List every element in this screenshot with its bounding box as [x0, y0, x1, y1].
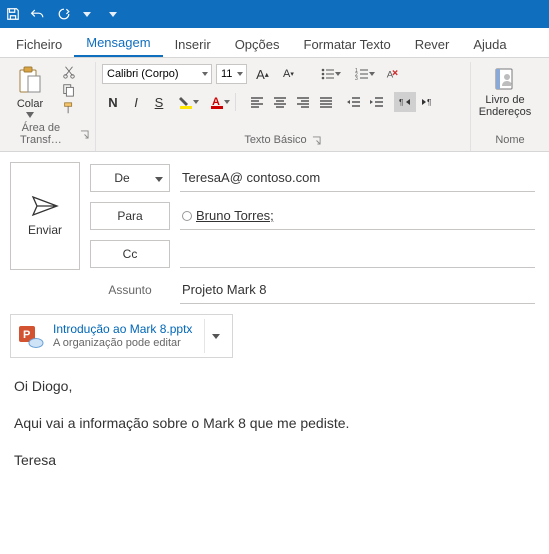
from-label: De	[114, 171, 129, 185]
address-book-label-2: Endereços	[479, 106, 532, 118]
to-label: Para	[117, 209, 142, 223]
ribbon: Colar Área de Transf…	[0, 58, 549, 152]
tab-opcoes[interactable]: Opções	[223, 31, 292, 57]
align-right-icon[interactable]	[292, 92, 314, 112]
attachment-subtitle: A organização pode editar	[53, 337, 192, 350]
increase-indent-icon[interactable]	[366, 92, 388, 112]
chevron-down-icon[interactable]	[108, 9, 118, 19]
group-clipboard: Colar Área de Transf…	[0, 62, 96, 151]
address-book-label-1: Livro de	[485, 94, 524, 106]
format-painter-icon[interactable]	[60, 100, 78, 116]
attachment-name: Introdução ao Mark 8.pptx	[53, 322, 192, 336]
cc-label: Cc	[123, 247, 138, 261]
compose-area: Enviar De TeresaA@ contoso.com Para Brun…	[0, 152, 549, 497]
body-line-3: Teresa	[14, 450, 531, 471]
cc-button[interactable]: Cc	[90, 240, 170, 268]
attachment-chevron-icon[interactable]	[204, 319, 226, 353]
highlight-icon[interactable]	[171, 92, 201, 112]
svg-text:¶: ¶	[399, 98, 403, 107]
group-names: Livro de Endereços Nome	[471, 62, 549, 151]
bold-icon[interactable]: N	[102, 92, 124, 112]
tab-ajuda[interactable]: Ajuda	[461, 31, 518, 57]
chevron-down-icon[interactable]	[82, 9, 92, 19]
from-button[interactable]: De	[90, 164, 170, 192]
to-field[interactable]: Bruno Torres;	[180, 202, 535, 230]
attachments-area: P Introdução ao Mark 8.pptx A organizaçã…	[10, 304, 535, 366]
bullets-icon[interactable]	[313, 64, 343, 84]
dialog-launcher-icon[interactable]	[311, 135, 322, 146]
increase-font-icon[interactable]: A▴	[251, 64, 273, 84]
svg-text:P: P	[23, 329, 30, 341]
svg-text:¶: ¶	[427, 98, 431, 107]
italic-icon[interactable]: I	[125, 92, 147, 112]
font-size-value: 11	[221, 68, 232, 80]
align-justify-icon[interactable]	[315, 92, 337, 112]
font-size-select[interactable]: 11	[216, 64, 247, 84]
font-name-value: Calibri (Corpo)	[107, 68, 179, 80]
names-group-label: Nome	[495, 134, 524, 146]
subject-label: Assunto	[90, 283, 170, 297]
to-button[interactable]: Para	[90, 202, 170, 230]
cut-icon[interactable]	[60, 64, 78, 80]
subject-value: Projeto Mark 8	[182, 282, 267, 297]
numbering-icon[interactable]: 123	[347, 64, 377, 84]
subject-field[interactable]: Projeto Mark 8	[180, 276, 535, 304]
body-line-2: Aqui vai a informação sobre o Mark 8 que…	[14, 413, 531, 434]
from-field[interactable]: TeresaA@ contoso.com	[180, 164, 535, 192]
group-basic-text: Calibri (Corpo) 11 A▴ A▾ 123 A	[96, 62, 471, 151]
clear-formatting-icon[interactable]: A	[381, 64, 403, 84]
font-name-select[interactable]: Calibri (Corpo)	[102, 64, 212, 84]
save-icon[interactable]	[6, 7, 20, 21]
to-recipient[interactable]: Bruno Torres;	[196, 208, 274, 223]
undo-icon[interactable]	[30, 7, 46, 21]
presence-icon	[182, 211, 192, 221]
paste-button[interactable]: Colar	[6, 64, 54, 120]
rtl-icon[interactable]: ¶	[417, 92, 439, 112]
powerpoint-cloud-icon: P	[17, 322, 45, 350]
underline-icon[interactable]: S	[148, 92, 170, 112]
attachment-card[interactable]: P Introdução ao Mark 8.pptx A organizaçã…	[10, 314, 233, 358]
align-center-icon[interactable]	[269, 92, 291, 112]
body-line-1: Oi Diogo,	[14, 376, 531, 397]
redo-icon[interactable]	[56, 7, 72, 21]
quick-access-toolbar	[0, 0, 549, 28]
ltr-icon[interactable]: ¶	[394, 92, 416, 112]
clipboard-group-label: Área de Transf…	[6, 122, 76, 146]
cc-field[interactable]	[180, 240, 535, 268]
address-book-button[interactable]: Livro de Endereços	[477, 64, 533, 120]
paste-label: Colar	[17, 98, 43, 110]
decrease-indent-icon[interactable]	[343, 92, 365, 112]
dialog-launcher-icon[interactable]	[80, 129, 89, 140]
send-label: Enviar	[28, 223, 62, 237]
tab-rever[interactable]: Rever	[403, 31, 462, 57]
message-body[interactable]: Oi Diogo, Aqui vai a informação sobre o …	[10, 366, 535, 497]
decrease-font-icon[interactable]: A▾	[277, 64, 299, 84]
align-left-icon[interactable]	[246, 92, 268, 112]
ribbon-tabs: Ficheiro Mensagem Inserir Opções Formata…	[0, 28, 549, 58]
svg-text:3: 3	[355, 76, 358, 80]
basic-text-group-label: Texto Básico	[244, 134, 306, 146]
font-color-icon[interactable]: A	[202, 92, 232, 112]
send-button[interactable]: Enviar	[10, 162, 80, 270]
tab-mensagem[interactable]: Mensagem	[74, 29, 162, 57]
tab-formatar-texto[interactable]: Formatar Texto	[292, 31, 403, 57]
from-value: TeresaA@ contoso.com	[182, 170, 320, 185]
tab-ficheiro[interactable]: Ficheiro	[4, 31, 74, 57]
copy-icon[interactable]	[60, 82, 78, 98]
tab-inserir[interactable]: Inserir	[163, 31, 223, 57]
